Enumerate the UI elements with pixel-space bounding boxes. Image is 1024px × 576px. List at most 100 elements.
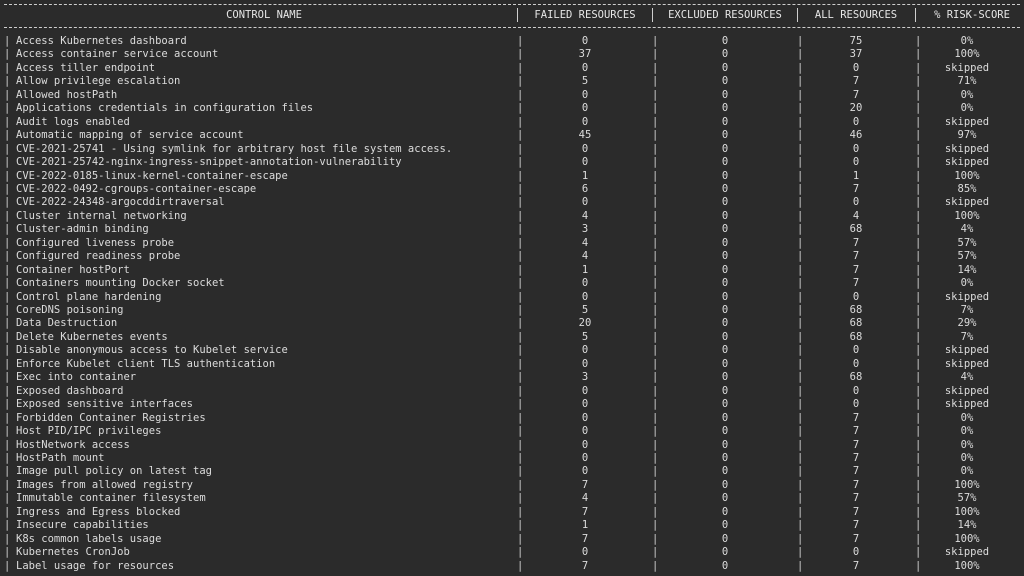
all-resources-cell: 0 xyxy=(852,115,860,128)
column-separator: | xyxy=(915,35,922,47)
table-row: | | | | | Configured liveness probe 4 0 7 57% xyxy=(0,237,1024,250)
all-resources-cell: 68 xyxy=(849,371,863,384)
risk-score-cell: 0% xyxy=(960,465,974,478)
risk-score-cell: 29% xyxy=(957,317,977,330)
column-separator: | xyxy=(4,384,11,397)
table-row: | | | | | Label usage for resources 7 0 7 100% xyxy=(0,560,1024,573)
risk-score-cell: 100% xyxy=(954,505,980,518)
table-row: | | | | | CVE-2021-25742-nginx-ingress-snippe… xyxy=(0,156,1024,169)
failed-resources-cell: 0 xyxy=(581,277,589,290)
risk-score-cell: skipped xyxy=(944,384,990,397)
column-separator: | xyxy=(915,451,922,464)
column-separator: | xyxy=(4,532,11,545)
failed-resources-cell: 4 xyxy=(581,250,589,263)
table-row: | | | | | Cluster-admin binding 3 0 68 4% xyxy=(0,223,1024,236)
table-row: | | | | | CVE-2022-0185-linux-kernel-containe… xyxy=(0,170,1024,183)
excluded-resources-cell: 0 xyxy=(721,492,729,505)
column-separator: | xyxy=(915,425,922,438)
header-excluded-resources: EXCLUDED RESOURCES xyxy=(668,9,782,21)
risk-score-cell: 100% xyxy=(954,169,980,182)
column-separator: | xyxy=(915,169,922,182)
control-name-cell: Container hostPort xyxy=(16,263,130,276)
excluded-resources-cell: 0 xyxy=(721,371,729,384)
risk-score-cell: 100% xyxy=(954,48,980,61)
all-resources-cell: 7 xyxy=(852,277,860,290)
excluded-resources-cell: 0 xyxy=(721,48,729,61)
all-resources-cell: 68 xyxy=(849,330,863,343)
excluded-resources-cell: 0 xyxy=(721,61,729,74)
column-separator: | xyxy=(915,48,922,61)
control-name-cell: Insecure capabilities xyxy=(16,519,149,532)
control-name-cell: Ingress and Egress blocked xyxy=(16,505,181,518)
table-row: | | | | | Containers mounting Docker socket 0 0… xyxy=(0,277,1024,290)
control-name-cell: Forbidden Container Registries xyxy=(16,411,206,424)
table-row: | | | | | Control plane hardening 0 0 0 skipped xyxy=(0,291,1024,304)
risk-score-cell: 57% xyxy=(957,250,977,263)
header-control-name: CONTROL NAME xyxy=(226,9,302,21)
all-resources-cell: 7 xyxy=(852,492,860,505)
failed-resources-cell: 0 xyxy=(581,451,589,464)
table-row: | | | | | Allowed hostPath 0 0 7 0% xyxy=(0,89,1024,102)
control-name-cell: Automatic mapping of service account xyxy=(16,129,244,142)
risk-score-cell: 0% xyxy=(960,102,974,115)
column-separator: | xyxy=(915,411,922,424)
failed-resources-cell: 0 xyxy=(581,156,589,169)
failed-resources-cell: 0 xyxy=(581,35,589,47)
control-name-cell: Immutable container filesystem xyxy=(16,492,206,505)
all-resources-cell: 20 xyxy=(849,102,863,115)
all-resources-cell: 7 xyxy=(852,182,860,195)
column-separator: | xyxy=(4,142,11,155)
failed-resources-cell: 0 xyxy=(581,425,589,438)
column-separator: | xyxy=(4,236,11,249)
risk-score-cell: 0% xyxy=(960,438,974,451)
all-resources-cell: 1 xyxy=(852,169,860,182)
control-name-cell: Enforce Kubelet client TLS authenticatio… xyxy=(16,357,276,370)
excluded-resources-cell: 0 xyxy=(721,250,729,263)
excluded-resources-cell: 0 xyxy=(721,88,729,101)
control-name-cell: Cluster-admin binding xyxy=(16,223,149,236)
table-row: | | | | | Allow privilege escalation 5 0 7 71% xyxy=(0,75,1024,88)
failed-resources-cell: 3 xyxy=(581,223,589,236)
control-name-cell: Images from allowed registry xyxy=(16,478,194,491)
risk-score-cell: 57% xyxy=(957,236,977,249)
column-separator: | xyxy=(4,398,11,411)
risk-score-cell: 0% xyxy=(960,35,974,47)
risk-score-cell: 100% xyxy=(954,209,980,222)
excluded-resources-cell: 0 xyxy=(721,156,729,169)
all-resources-cell: 7 xyxy=(852,425,860,438)
all-resources-cell: 7 xyxy=(852,559,860,572)
header-separator xyxy=(652,8,653,22)
excluded-resources-cell: 0 xyxy=(721,357,729,370)
failed-resources-cell: 5 xyxy=(581,75,589,88)
all-resources-cell: 7 xyxy=(852,250,860,263)
risk-score-cell: skipped xyxy=(944,357,990,370)
control-name-cell: CVE-2021-25742-nginx-ingress-snippet-ann… xyxy=(16,156,402,169)
excluded-resources-cell: 0 xyxy=(721,75,729,88)
all-resources-cell: 75 xyxy=(849,35,863,47)
excluded-resources-cell: 0 xyxy=(721,304,729,316)
control-name-cell: CVE-2022-0492-cgroups-container-escape xyxy=(16,182,257,195)
excluded-resources-cell: 0 xyxy=(721,209,729,222)
all-resources-cell: 0 xyxy=(852,290,860,303)
control-name-cell: CVE-2022-24348-argocddirtraversal xyxy=(16,196,225,209)
column-separator: | xyxy=(4,223,11,236)
table-row: | | | | | Exposed dashboard 0 0 0 skipped xyxy=(0,385,1024,398)
failed-resources-cell: 0 xyxy=(581,357,589,370)
column-separator: | xyxy=(4,209,11,222)
failed-resources-cell: 0 xyxy=(581,344,589,357)
column-separator: | xyxy=(915,156,922,169)
table-row: | | | | | Host PID/IPC privileges 0 0 7 0% xyxy=(0,425,1024,438)
risk-score-cell: 14% xyxy=(957,519,977,532)
column-separator: | xyxy=(915,115,922,128)
column-separator: | xyxy=(915,290,922,303)
column-separator: | xyxy=(4,250,11,263)
all-resources-cell: 0 xyxy=(852,344,860,357)
all-resources-cell: 7 xyxy=(852,88,860,101)
table-row: | | | | | Automatic mapping of service accoun… xyxy=(0,129,1024,142)
excluded-resources-cell: 0 xyxy=(721,532,729,545)
column-separator: | xyxy=(4,129,11,142)
column-separator: | xyxy=(915,344,922,357)
column-separator: | xyxy=(915,519,922,532)
table-row: | | | | | CVE-2022-24348-argocddirtraversal 0 0… xyxy=(0,196,1024,209)
risk-score-cell: 14% xyxy=(957,263,977,276)
